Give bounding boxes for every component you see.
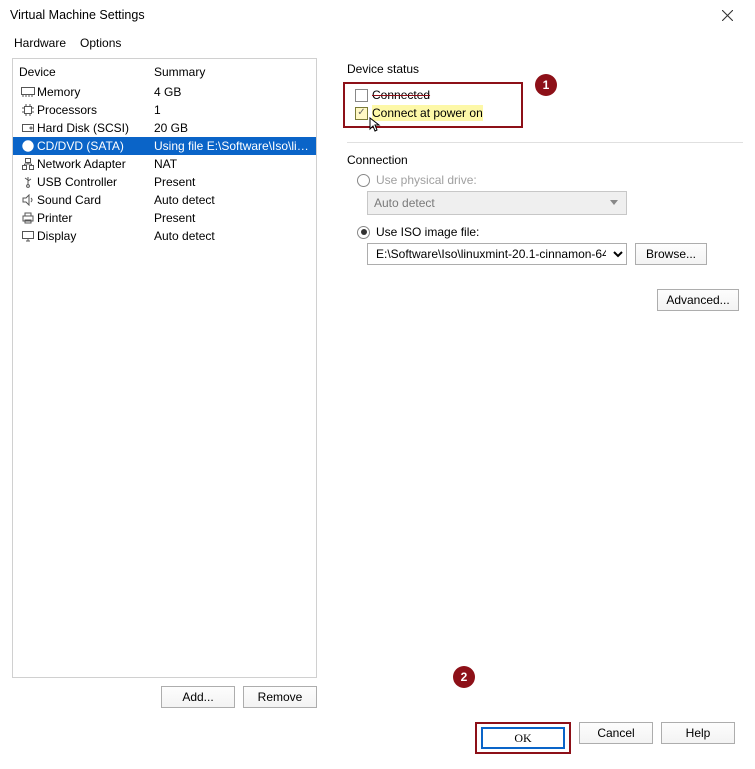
device-summary: Present	[154, 175, 310, 189]
help-button[interactable]: Help	[661, 722, 735, 744]
device-list-buttons: Add... Remove	[12, 678, 317, 708]
header-summary: Summary	[154, 65, 310, 79]
connected-row[interactable]: Connected	[355, 87, 511, 103]
device-list: Device Summary Memory 4 GB Processors 1 …	[12, 58, 317, 678]
device-summary: Present	[154, 211, 310, 225]
connect-at-poweron-row[interactable]: Connect at power on	[355, 105, 511, 121]
device-name: Display	[37, 229, 154, 243]
device-row-harddisk[interactable]: Hard Disk (SCSI) 20 GB	[13, 119, 316, 137]
disk-icon	[19, 122, 37, 134]
header-device: Device	[19, 65, 154, 79]
device-name: Hard Disk (SCSI)	[37, 121, 154, 135]
window-title: Virtual Machine Settings	[10, 8, 145, 22]
use-physical-radio[interactable]	[357, 174, 370, 187]
iso-file-combo[interactable]: E:\Software\Iso\linuxmint-20.1-cinnamon-…	[367, 243, 627, 265]
device-row-network[interactable]: Network Adapter NAT	[13, 155, 316, 173]
close-button[interactable]	[707, 2, 747, 28]
printer-icon	[19, 212, 37, 224]
ok-button[interactable]: OK	[481, 727, 565, 749]
device-summary: Auto detect	[154, 229, 310, 243]
device-row-sound[interactable]: Sound Card Auto detect	[13, 191, 316, 209]
device-name: Memory	[37, 85, 154, 99]
device-status-group: Connected Connect at power on	[343, 82, 523, 128]
connect-at-poweron-label: Connect at power on	[372, 105, 483, 121]
ok-highlight: OK	[475, 722, 571, 754]
device-name: Sound Card	[37, 193, 154, 207]
use-iso-label: Use ISO image file:	[376, 225, 479, 239]
cpu-icon	[19, 104, 37, 116]
device-name: USB Controller	[37, 175, 154, 189]
device-panel: Device Summary Memory 4 GB Processors 1 …	[12, 58, 317, 708]
use-physical-label: Use physical drive:	[376, 173, 477, 187]
browse-button[interactable]: Browse...	[635, 243, 707, 265]
connect-at-poweron-checkbox[interactable]	[355, 107, 368, 120]
cancel-button[interactable]: Cancel	[579, 722, 653, 744]
device-row-printer[interactable]: Printer Present	[13, 209, 316, 227]
device-row-usb[interactable]: USB Controller Present	[13, 173, 316, 191]
device-summary: NAT	[154, 157, 310, 171]
tabs: Hardware Options	[12, 30, 743, 58]
sound-icon	[19, 194, 37, 206]
device-summary: 1	[154, 103, 310, 117]
device-name: Processors	[37, 103, 154, 117]
use-iso-row[interactable]: Use ISO image file:	[357, 225, 743, 239]
device-name: CD/DVD (SATA)	[37, 139, 154, 153]
network-icon	[19, 158, 37, 170]
annotation-badge-2: 2	[453, 666, 475, 688]
connection-label: Connection	[347, 153, 743, 167]
device-summary: 4 GB	[154, 85, 310, 99]
settings-panel: Device status Connected Connect at power…	[347, 58, 743, 708]
device-row-display[interactable]: Display Auto detect	[13, 227, 316, 245]
add-button[interactable]: Add...	[161, 686, 235, 708]
device-name: Network Adapter	[37, 157, 154, 171]
cd-icon	[19, 140, 37, 152]
display-icon	[19, 230, 37, 242]
device-name: Printer	[37, 211, 154, 225]
separator	[347, 142, 743, 143]
remove-button[interactable]: Remove	[243, 686, 317, 708]
physical-drive-combo[interactable]: Auto detect	[367, 191, 627, 215]
device-row-processors[interactable]: Processors 1	[13, 101, 316, 119]
dialog-buttons: 2 OK Cancel Help	[12, 708, 743, 754]
device-summary: 20 GB	[154, 121, 310, 135]
connected-checkbox[interactable]	[355, 89, 368, 102]
close-icon	[722, 10, 733, 21]
connection-group: Connection Use physical drive: Auto dete…	[347, 153, 743, 265]
device-summary: Auto detect	[154, 193, 310, 207]
device-summary: Using file E:\Software\Iso\lin...	[154, 139, 310, 153]
use-physical-row[interactable]: Use physical drive:	[357, 173, 743, 187]
usb-icon	[19, 176, 37, 188]
tab-hardware[interactable]: Hardware	[14, 36, 66, 50]
use-iso-radio[interactable]	[357, 226, 370, 239]
device-row-memory[interactable]: Memory 4 GB	[13, 83, 316, 101]
device-list-header: Device Summary	[13, 59, 316, 83]
tab-options[interactable]: Options	[80, 36, 121, 50]
annotation-badge-1: 1	[535, 74, 557, 96]
advanced-button[interactable]: Advanced...	[657, 289, 739, 311]
device-row-cddvd[interactable]: CD/DVD (SATA) Using file E:\Software\Iso…	[13, 137, 316, 155]
connected-label: Connected	[372, 87, 430, 103]
titlebar: Virtual Machine Settings	[0, 0, 755, 30]
memory-icon	[19, 87, 37, 97]
